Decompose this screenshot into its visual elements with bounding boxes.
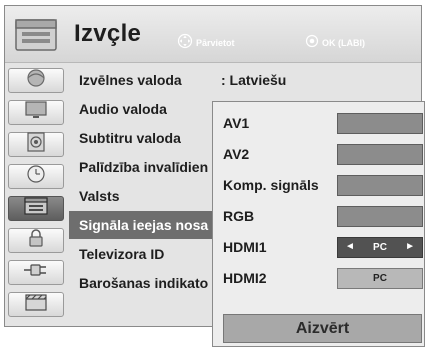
ok-button-icon (305, 34, 319, 53)
source-label-hdmi1: HDMI1 (223, 239, 267, 255)
navigation-hint-label: Pārvietot (196, 38, 235, 48)
film-icon (24, 292, 48, 317)
sidebar-item-audio[interactable] (8, 132, 64, 157)
input-label-popup: AV1 AV2 Komp. signāls RGB HDMI1 ◄ PC ► H… (212, 101, 425, 347)
clock-icon (24, 164, 48, 189)
picture-icon (24, 68, 48, 93)
dpad-icon (177, 33, 193, 54)
sidebar-item-time[interactable] (8, 164, 64, 189)
menu-header: Izvçle Pārvietot OK (LABI) (5, 6, 421, 63)
arrow-right-icon[interactable]: ► (405, 241, 415, 252)
source-field-av2[interactable] (337, 144, 423, 165)
menu-item-value: : Latviešu (221, 72, 287, 88)
category-sidebar (5, 64, 67, 326)
menu-item-label: Izvēlnes valoda (79, 72, 182, 88)
menu-item-label: Televizora ID (79, 246, 165, 262)
settings-box-icon (13, 16, 59, 54)
sidebar-item-lock[interactable] (8, 228, 64, 253)
sidebar-item-input[interactable] (8, 260, 64, 285)
sidebar-item-media[interactable] (8, 292, 64, 317)
speaker-icon (24, 132, 48, 157)
menu-item-label: Audio valoda (79, 101, 167, 117)
sidebar-item-options[interactable] (8, 196, 64, 221)
close-button[interactable]: Aizvērt (223, 314, 422, 343)
source-field-rgb[interactable] (337, 206, 423, 227)
menu-item-label: Subtitru valoda (79, 130, 181, 146)
source-label-hdmi2: HDMI2 (223, 270, 267, 286)
source-label-component: Komp. signāls (223, 177, 319, 193)
menu-item-label: Valsts (79, 188, 120, 204)
monitor-icon (24, 100, 48, 125)
menu-item-label: Palīdzība invalīdien (79, 159, 209, 175)
navigation-hint: Pārvietot (177, 33, 235, 54)
sidebar-item-monitor[interactable] (8, 100, 64, 125)
source-label-av1: AV1 (223, 115, 250, 131)
plug-icon (23, 260, 49, 285)
source-field-component[interactable] (337, 175, 423, 196)
ok-hint: OK (LABI) (305, 34, 365, 53)
menu-item-label: Signāla ieejas nosa (79, 217, 209, 233)
menu-item-label: Barošanas indikato (79, 275, 209, 291)
source-field-av1[interactable] (337, 113, 423, 134)
ok-hint-label: OK (LABI) (322, 38, 365, 48)
menu-item-menu-language[interactable]: Izvēlnes valoda : Latviešu (69, 66, 421, 94)
settings-box-icon (23, 196, 49, 221)
source-field-hdmi2[interactable]: PC (337, 268, 423, 289)
sidebar-item-picture[interactable] (8, 68, 64, 93)
source-label-rgb: RGB (223, 208, 255, 224)
source-label-av2: AV2 (223, 146, 250, 162)
page-title: Izvçle (74, 20, 142, 47)
source-field-value: PC (373, 273, 387, 284)
source-field-hdmi1[interactable]: ◄ PC ► (337, 237, 423, 258)
lock-icon (24, 228, 48, 253)
